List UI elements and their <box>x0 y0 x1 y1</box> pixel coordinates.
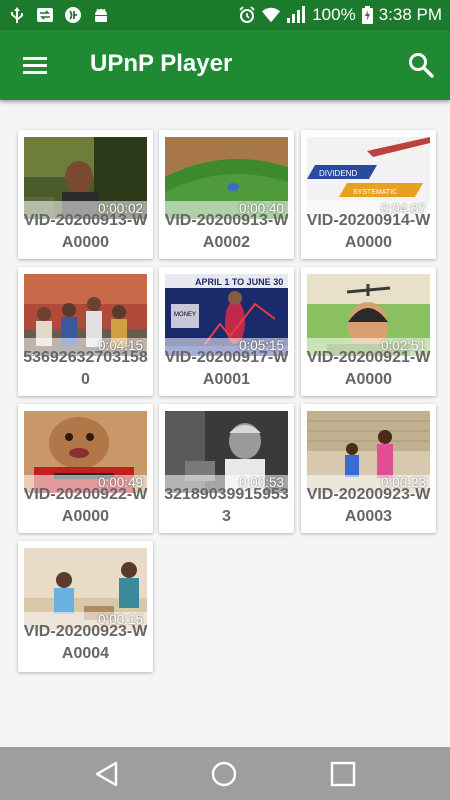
android-icon <box>95 8 107 22</box>
navigation-bar <box>0 747 450 800</box>
video-card[interactable]: 0:02:51 VID-20200921-WA0000 <box>301 267 436 396</box>
video-card[interactable]: 0:00:23 VID-20200923-WA0003 <box>301 404 436 533</box>
battery-percent: 100% <box>312 5 356 24</box>
video-name: VID-20200922-WA0000 <box>23 486 148 525</box>
status-time: 3:38 PM <box>378 5 442 24</box>
video-card[interactable]: 0:00:53 321890399159533 <box>159 404 294 533</box>
recents-icon[interactable] <box>328 759 358 789</box>
video-thumbnail: 0:00:23 <box>307 411 430 493</box>
video-name: VID-20200914-WA0000 <box>306 212 431 251</box>
svg-text:DIVIDEND: DIVIDEND <box>319 169 357 178</box>
battery-charging-icon <box>361 6 373 24</box>
video-name: VID-20200921-WA0000 <box>306 349 431 388</box>
video-thumbnail: APRIL 1 TO JUNE 30 MONEY 0:05:15 <box>165 274 288 356</box>
svg-text:MONEY: MONEY <box>174 312 196 318</box>
video-card[interactable]: APRIL 1 TO JUNE 30 MONEY 0:05:15 VID-202… <box>159 267 294 396</box>
video-card[interactable]: DIVIDEND SYSTEMATIC 0:04:07 VID-20200914… <box>301 130 436 259</box>
alarm-icon <box>239 6 255 23</box>
video-thumbnail: 0:00:49 <box>24 411 147 493</box>
video-thumbnail: 0:04:15 <box>24 274 147 356</box>
video-card[interactable]: 0:00:02 VID-20200913-WA0000 <box>18 130 153 259</box>
svg-text:SYSTEMATIC: SYSTEMATIC <box>353 189 397 196</box>
video-thumbnail: 0:02:51 <box>307 274 430 356</box>
app-notification-icon <box>65 7 81 23</box>
hamburger-menu-icon[interactable] <box>18 50 52 80</box>
video-name: 321890399159533 <box>164 486 289 525</box>
video-thumbnail: 0:00:15 <box>24 548 147 630</box>
search-icon[interactable] <box>406 50 436 80</box>
app-title: UPnP Player <box>90 50 233 77</box>
video-thumbnail: 0:00:53 <box>165 411 288 493</box>
wifi-icon <box>262 7 281 23</box>
video-thumbnail: DIVIDEND SYSTEMATIC 0:04:07 <box>307 137 430 219</box>
video-name: VID-20200923-WA0003 <box>306 486 431 525</box>
video-thumbnail: 0:00:02 <box>24 137 147 219</box>
home-icon[interactable] <box>209 759 239 789</box>
video-grid: 0:00:02 VID-20200913-WA0000 0:00:40 VID-… <box>0 100 450 747</box>
video-card[interactable]: 0:04:15 536926327031580 <box>18 267 153 396</box>
video-card[interactable]: 0:00:40 VID-20200913-WA0002 <box>159 130 294 259</box>
app-bar: UPnP Player <box>0 30 450 100</box>
video-name: VID-20200923-WA0004 <box>23 623 148 662</box>
video-name: VID-20200917-WA0001 <box>164 349 289 388</box>
video-card[interactable]: 0:00:15 VID-20200923-WA0004 <box>18 541 153 672</box>
video-name: VID-20200913-WA0000 <box>23 212 148 251</box>
video-thumbnail: 0:00:40 <box>165 137 288 219</box>
video-card[interactable]: 0:00:49 VID-20200922-WA0000 <box>18 404 153 533</box>
back-icon[interactable] <box>92 759 122 789</box>
signal-icon <box>287 6 306 23</box>
usb-icon <box>11 7 23 23</box>
video-name: VID-20200913-WA0002 <box>164 212 289 251</box>
sync-icon <box>37 8 53 22</box>
status-bar: 100% 3:38 PM <box>0 0 450 30</box>
video-name: 536926327031580 <box>23 349 148 388</box>
svg-text:APRIL 1 TO JUNE 30: APRIL 1 TO JUNE 30 <box>195 277 283 287</box>
